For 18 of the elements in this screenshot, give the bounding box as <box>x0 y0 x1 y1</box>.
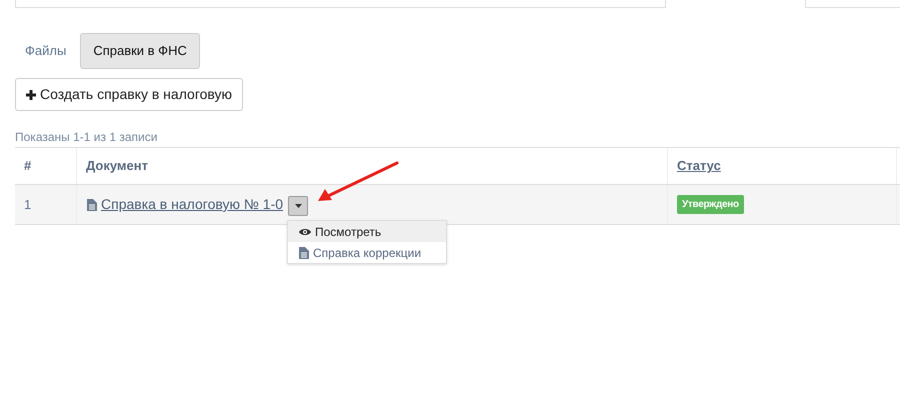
menu-item[interactable]: Посмотреть <box>288 221 446 242</box>
column-header: # <box>15 148 77 184</box>
plus-icon <box>26 90 36 100</box>
tab[interactable]: Справки в ФНС <box>80 33 200 69</box>
caret-icon <box>294 204 302 208</box>
document-icon <box>299 246 309 258</box>
eye-icon <box>299 228 311 236</box>
column-header: Документ <box>77 148 668 184</box>
document-link[interactable]: Справка в налоговую № 1-0 <box>101 194 284 215</box>
table-cell: 1 <box>15 185 77 224</box>
dropdown-toggle[interactable] <box>288 196 308 216</box>
column-header[interactable]: Статус <box>668 148 897 184</box>
document-icon <box>87 198 97 210</box>
menu-item[interactable]: Справка коррекции <box>288 242 446 263</box>
status-badge: Утверждено <box>677 195 744 214</box>
summary-text: Показаны 1-1 из 1 записи <box>15 130 158 145</box>
tab[interactable]: Файлы <box>15 33 76 69</box>
create-button[interactable]: Создать справку в налоговую <box>15 78 244 111</box>
